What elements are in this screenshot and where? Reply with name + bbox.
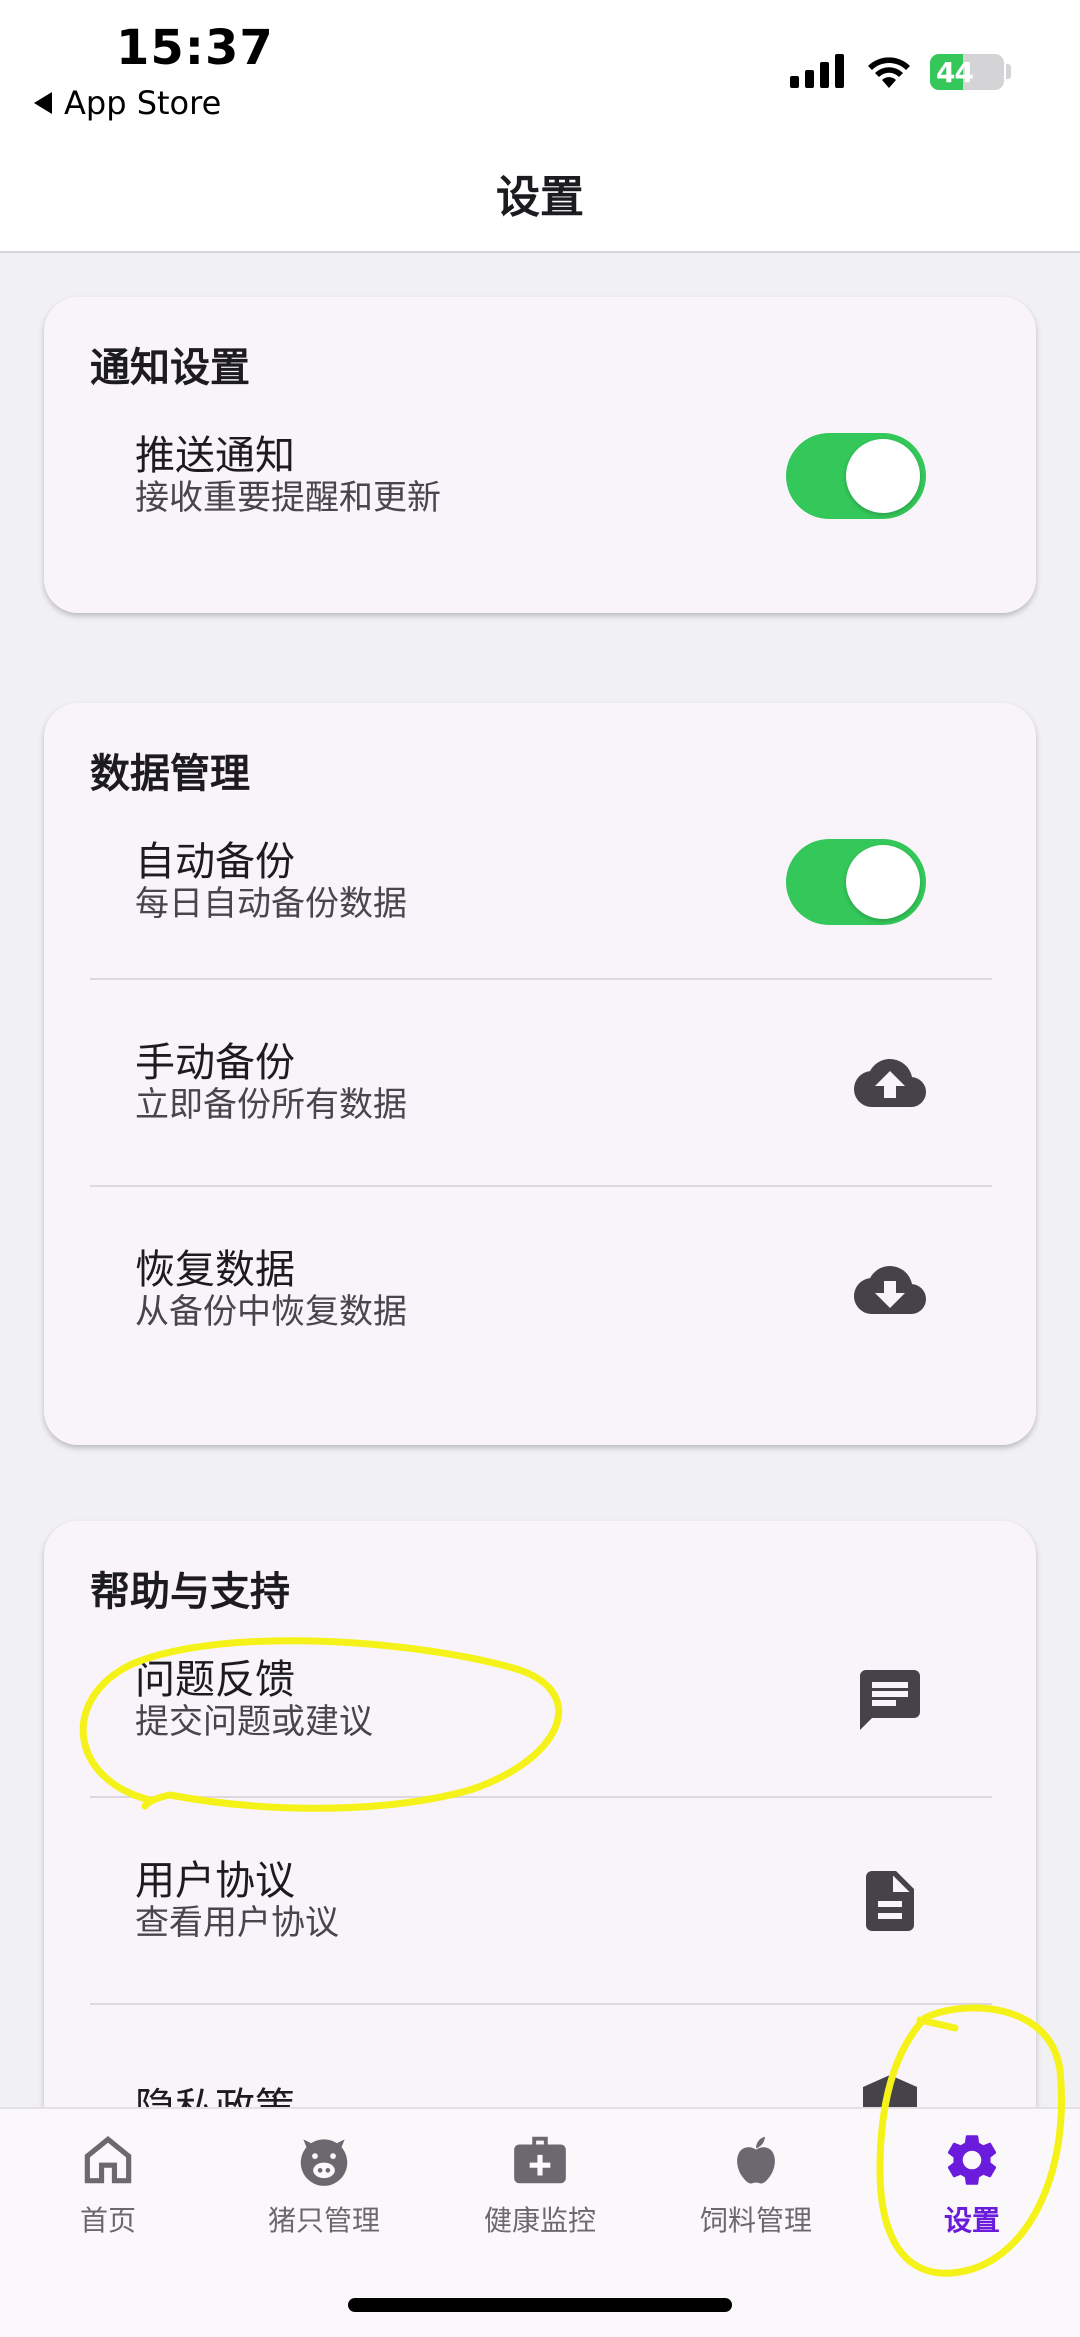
row-subtitle: 从备份中恢复数据 (135, 1291, 407, 1332)
row-subtitle: 查看用户协议 (135, 1902, 339, 1943)
feedback-icon (854, 1664, 926, 1736)
back-arrow-icon (34, 92, 52, 114)
row-label: 用户协议 (135, 1857, 295, 1904)
battery-level: 44 (936, 56, 974, 89)
auto-backup-toggle[interactable] (786, 839, 926, 925)
manual-backup-row[interactable]: 手动备份 立即备份所有数据 (90, 980, 992, 1185)
pig-icon (300, 2139, 348, 2186)
feedback-row[interactable]: 问题反馈 提交问题或建议 (90, 1605, 992, 1795)
status-time: 15:37 (116, 20, 274, 76)
row-label: 自动备份 (135, 839, 295, 885)
app-bar: 设置 (0, 150, 1080, 253)
cloud-download-icon (854, 1254, 926, 1326)
nav-settings[interactable]: 设置 (864, 2129, 1080, 2259)
cellular-signal-icon (790, 52, 844, 88)
document-icon (854, 1865, 926, 1937)
notifications-card: 通知设置 推送通知 接收重要提醒和更新 (44, 297, 1036, 613)
nav-label: 猪只管理 (267, 2204, 380, 2237)
nav-home[interactable]: 首页 (0, 2129, 216, 2259)
nav-label: 首页 (79, 2204, 136, 2237)
push-notification-toggle[interactable] (786, 433, 926, 519)
nav-feed-management[interactable]: 饲料管理 (648, 2129, 864, 2259)
wifi-icon (868, 57, 910, 88)
battery-cap (1006, 64, 1011, 79)
data-management-card: 数据管理 自动备份 每日自动备份数据 手动备份 立即备份所有数据 恢复数据 从备… (44, 703, 1036, 1445)
back-to-app-store[interactable]: App Store (34, 84, 221, 122)
home-indicator[interactable] (348, 2298, 732, 2312)
gear-icon (947, 2135, 997, 2185)
auto-backup-row[interactable]: 自动备份 每日自动备份数据 (90, 787, 992, 977)
restore-data-row[interactable]: 恢复数据 从备份中恢复数据 (90, 1187, 992, 1392)
settings-scroll-area[interactable]: 通知设置 推送通知 接收重要提醒和更新 数据管理 自动备份 每日自动备份数据 手… (0, 255, 1080, 2107)
status-bar: 15:37 App Store 44 (0, 0, 1080, 150)
row-subtitle: 提交问题或建议 (135, 1702, 373, 1742)
row-label: 恢复数据 (135, 1246, 295, 1293)
row-label: 推送通知 (135, 433, 295, 479)
nav-health-monitoring[interactable]: 健康监控 (432, 2129, 648, 2259)
back-label: App Store (64, 84, 222, 122)
home-icon (84, 2136, 132, 2184)
row-label: 隐私政策 (135, 2086, 295, 2108)
help-support-card: 帮助与支持 问题反馈 提交问题或建议 用户协议 查看用户协议 隐私政策 (44, 1521, 1036, 2107)
medical-kit-icon (514, 2136, 566, 2184)
row-subtitle: 接收重要提醒和更新 (135, 478, 441, 518)
row-subtitle: 每日自动备份数据 (135, 884, 407, 924)
nav-label: 设置 (943, 2204, 1000, 2237)
row-subtitle: 立即备份所有数据 (135, 1084, 407, 1125)
apple-icon (737, 2136, 775, 2184)
nav-pig-management[interactable]: 猪只管理 (216, 2129, 432, 2259)
nav-label: 健康监控 (483, 2204, 596, 2237)
user-agreement-row[interactable]: 用户协议 查看用户协议 (90, 1798, 992, 2003)
battery-icon: 44 (930, 54, 1004, 90)
shield-icon (854, 2072, 926, 2107)
row-label: 问题反馈 (135, 1657, 295, 1703)
privacy-policy-row[interactable]: 隐私政策 (90, 2005, 992, 2107)
push-notification-row[interactable]: 推送通知 接收重要提醒和更新 (90, 381, 992, 571)
row-label: 手动备份 (135, 1039, 295, 1086)
page-title: 设置 (496, 171, 584, 223)
cloud-upload-icon (854, 1047, 926, 1119)
nav-label: 饲料管理 (699, 2204, 812, 2237)
